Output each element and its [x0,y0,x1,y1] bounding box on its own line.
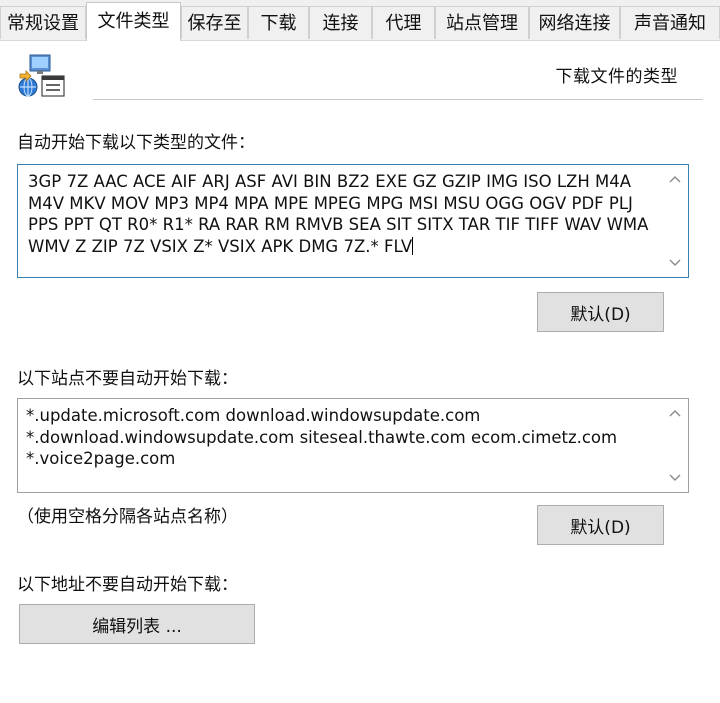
tab-file-types[interactable]: 文件类型 [86,2,181,41]
tab-strip: 常规设置 文件类型 保存至 下载 连接 代理 站点管理 网络连接 声音通知 [0,0,720,41]
tab-proxy[interactable]: 代理 [372,6,435,39]
network-computer-icon [16,52,66,100]
tab-general[interactable]: 常规设置 [0,6,86,39]
scroll-down-arrow-icon[interactable] [668,472,682,482]
tab-save-to[interactable]: 保存至 [181,6,248,39]
sites-scrollbar[interactable] [662,399,688,492]
sites-label: 以下站点不要自动开始下载： [17,369,238,389]
tab-downloads[interactable]: 下载 [248,6,309,39]
tab-sound-notification[interactable]: 声音通知 [620,6,720,39]
tab-connection[interactable]: 连接 [309,6,372,39]
scroll-down-arrow-icon[interactable] [668,257,682,267]
sites-default-button[interactable]: 默认(D) [537,505,664,545]
file-types-settings-window: 常规设置 文件类型 保存至 下载 连接 代理 站点管理 网络连接 声音通知 下载… [0,0,720,703]
header-divider [93,99,703,100]
tab-site-manager[interactable]: 站点管理 [435,6,529,39]
file-types-default-button[interactable]: 默认(D) [537,292,664,332]
sites-text: *.update.microsoft.com download.windowsu… [26,406,618,468]
scroll-up-arrow-icon[interactable] [668,409,682,419]
scroll-up-arrow-icon[interactable] [668,175,682,185]
file-types-label: 自动开始下载以下类型的文件： [17,133,255,153]
page-title: 下载文件的类型 [555,67,678,87]
file-types-input[interactable]: 3GP 7Z AAC ACE AIF ARJ ASF AVI BIN BZ2 E… [17,164,689,278]
edit-list-button[interactable]: 编辑列表 ... [19,604,255,644]
tab-network-connection[interactable]: 网络连接 [529,6,620,39]
sites-hint: （使用空格分隔各站点名称） [17,507,238,527]
addresses-label: 以下地址不要自动开始下载： [17,575,238,595]
text-caret [412,236,414,255]
file-types-text: 3GP 7Z AAC ACE AIF ARJ ASF AVI BIN BZ2 E… [28,172,654,256]
sites-input[interactable]: *.update.microsoft.com download.windowsu… [17,398,689,493]
file-types-scrollbar[interactable] [662,165,688,277]
